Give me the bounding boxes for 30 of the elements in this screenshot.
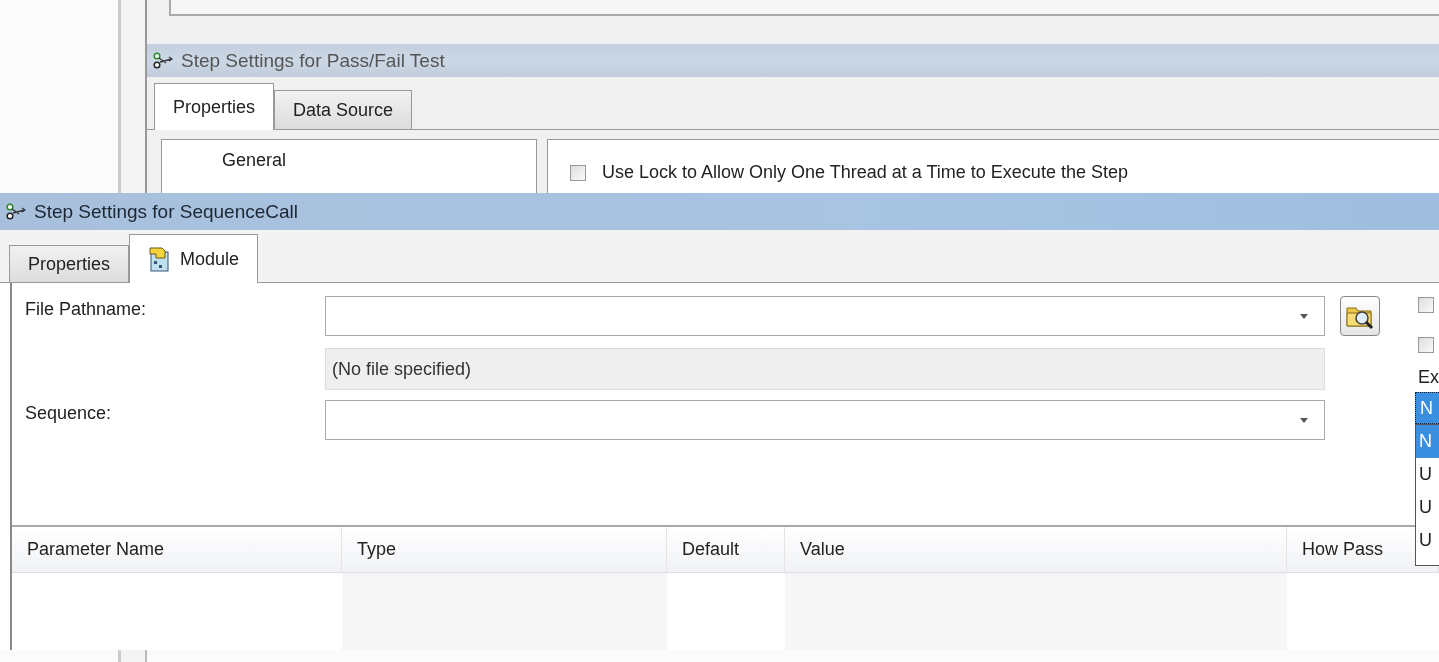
field-label: Ex — [1418, 367, 1439, 388]
tab[interactable]: Properties — [9, 245, 130, 282]
tab[interactable]: Module — [129, 234, 259, 283]
option-label: Use Lock to Allow Only One Thread at a Time to Execute the Step — [602, 162, 1128, 183]
status-field: (No file specified) — [325, 348, 1325, 390]
step-icon — [6, 203, 26, 220]
combo-box[interactable] — [325, 296, 1325, 336]
browse-button[interactable] — [1340, 296, 1380, 336]
column-header[interactable]: Default — [667, 527, 785, 572]
field-label: File Pathname: — [24, 298, 147, 320]
column-header[interactable]: Type — [342, 527, 667, 572]
window-title: Step Settings for Pass/Fail Test — [181, 49, 445, 72]
dropdown-option[interactable]: U — [1416, 458, 1439, 491]
step-icon — [153, 52, 173, 69]
field-label: Sequence: — [24, 402, 112, 424]
checkbox[interactable] — [570, 164, 586, 181]
checkbox[interactable] — [1418, 337, 1434, 353]
window-title: Step Settings for SequenceCall — [34, 200, 299, 223]
list-item[interactable]: General — [162, 150, 287, 171]
column-header[interactable]: Value — [785, 527, 1287, 572]
caret-icon — [1300, 417, 1308, 423]
checkbox[interactable] — [1418, 297, 1434, 313]
dropdown-option[interactable]: U — [1416, 524, 1439, 557]
combo-box[interactable] — [325, 400, 1325, 440]
dropdown-option[interactable]: U — [1416, 491, 1439, 524]
tab[interactable]: Data Source — [274, 90, 413, 129]
document-icon — [148, 246, 171, 272]
column-header[interactable]: Parameter Name — [12, 527, 342, 572]
tab[interactable]: Properties — [154, 83, 275, 130]
caret-icon — [1300, 313, 1308, 319]
